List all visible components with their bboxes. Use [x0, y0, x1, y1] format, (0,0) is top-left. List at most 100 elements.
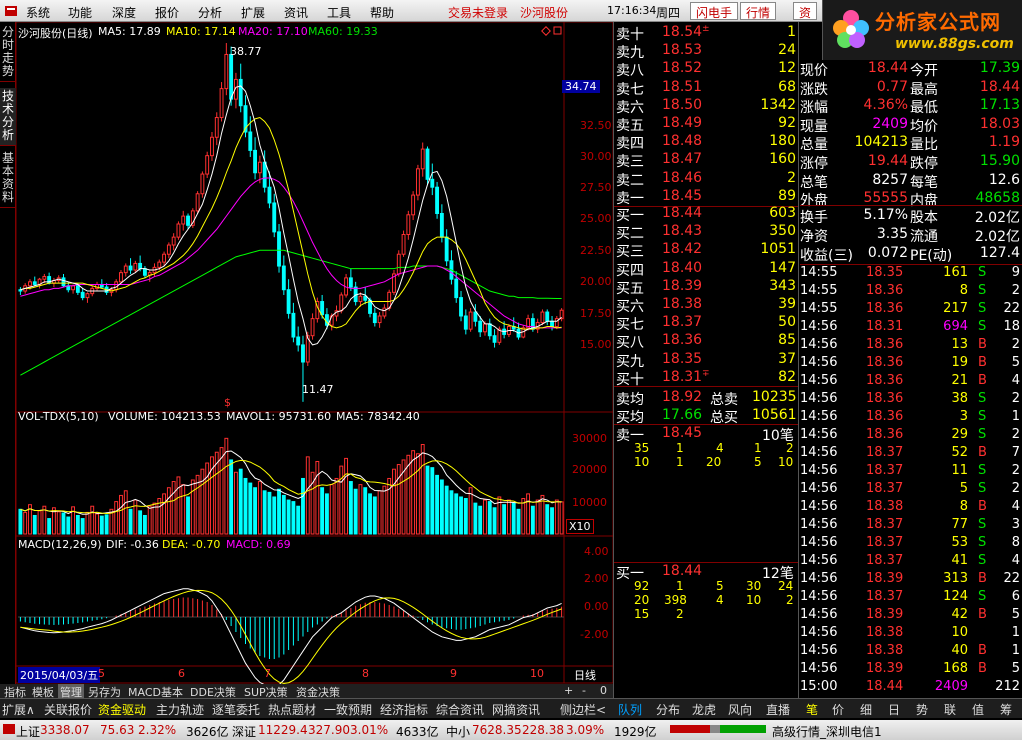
sell-level-row[interactable]: 卖四 18.48 180	[614, 133, 798, 153]
sell-level-row[interactable]: 卖二 18.46 2	[614, 170, 798, 189]
menu-quote[interactable]: 报价	[155, 4, 179, 21]
menu-analysis[interactable]: 分析	[198, 4, 222, 21]
menu-function[interactable]: 功能	[68, 4, 92, 21]
quote-value: 1.19	[988, 134, 1020, 151]
nav-tab[interactable]: 网摘资讯	[492, 701, 540, 718]
panel-tab[interactable]: 分布	[656, 701, 680, 718]
menu-news[interactable]: 资讯	[284, 4, 308, 21]
volume-bar	[305, 456, 310, 535]
level-label: 卖三	[616, 154, 644, 171]
buy-level-row[interactable]: 买三 18.42 1051	[614, 241, 798, 260]
zoom-in-button[interactable]: +	[562, 684, 575, 697]
tick-time: 14:56	[800, 607, 838, 622]
sh-label[interactable]: 上证	[16, 723, 40, 740]
quote-value: 48658	[975, 190, 1020, 207]
tick-tab[interactable]: 势	[916, 701, 928, 718]
price-axis-tick: 15.00	[580, 338, 612, 351]
nav-tab[interactable]: 综合资讯	[436, 701, 484, 718]
candle-body	[463, 315, 468, 330]
panel-tab[interactable]: 龙虎	[692, 701, 716, 718]
sz-label[interactable]: 深证	[232, 723, 256, 740]
tick-tab[interactable]: 筹	[1000, 701, 1012, 718]
nav-tab[interactable]: 侧边栏<	[560, 701, 606, 718]
tab-technical-analysis[interactable]: 技术分析	[0, 88, 16, 146]
candle-body	[363, 295, 368, 301]
macd-axis-tick: 0.00	[584, 600, 609, 613]
sell-level-row[interactable]: 卖九 18.53 24	[614, 42, 798, 61]
sell-level-row[interactable]: 卖五 18.49 92	[614, 115, 798, 134]
level-price: 18.49	[662, 115, 703, 131]
app-icon[interactable]	[4, 4, 18, 21]
quote-label: 涨幅	[800, 100, 828, 117]
trade-status[interactable]: 交易未登录	[448, 4, 508, 21]
buy-level-row[interactable]: 买九 18.35 37	[614, 351, 798, 370]
nav-tab[interactable]: 关联报价	[44, 701, 92, 718]
flash-trade-button[interactable]: 闪电手	[690, 2, 739, 20]
menu-tools[interactable]: 工具	[327, 4, 351, 21]
tick-side: S	[978, 301, 987, 316]
period-label[interactable]: 日线	[574, 667, 596, 683]
tick-tab[interactable]: 笔	[806, 701, 818, 718]
buy-level-row[interactable]: 买八 18.36 85	[614, 332, 798, 351]
nav-tab[interactable]: 资金驱动	[98, 701, 146, 718]
buy-level-row[interactable]: 买七 18.37 50	[614, 314, 798, 333]
low-price-label: 11.47	[302, 383, 334, 396]
buy-level-row[interactable]: 买十 18.31 ∓ 82	[614, 369, 798, 388]
zoom-reset-button[interactable]: 0	[598, 684, 609, 697]
panel-tab[interactable]: 直播	[766, 701, 790, 718]
menu-depth[interactable]: 深度	[112, 4, 136, 21]
tick-tab[interactable]: 值	[972, 701, 984, 718]
tick-time: 14:56	[800, 481, 838, 496]
tick-tab[interactable]: 价	[832, 701, 844, 718]
nav-tab[interactable]: 逐笔委托	[212, 701, 260, 718]
quote-row: 换手 5.17% 股本 2.02亿	[800, 207, 1022, 226]
sell-level-row[interactable]: 卖三 18.47 160	[614, 151, 798, 171]
nav-tab[interactable]: 经济指标	[380, 701, 428, 718]
nav-tab[interactable]: 热点题材	[268, 701, 316, 718]
buy-level-row[interactable]: 买一 18.44 603	[614, 205, 798, 224]
level-label: 卖四	[616, 136, 644, 153]
panel-tab[interactable]: 队列	[618, 701, 642, 718]
tab-intraday[interactable]: 分时走势	[0, 24, 16, 82]
panel-tab[interactable]: 风向	[728, 701, 752, 718]
level-price: 18.54	[662, 24, 703, 40]
volume-bar	[320, 487, 325, 535]
candle-body	[186, 215, 190, 226]
volume-bar	[372, 496, 377, 535]
quote-value: 3.35	[876, 226, 908, 242]
tick-tab[interactable]: 联	[944, 701, 956, 718]
tab-fundamentals[interactable]: 基本资料	[0, 150, 16, 208]
level-label: 卖八	[616, 63, 644, 80]
sell-level-row[interactable]: 卖七 18.51 68	[614, 79, 798, 98]
info-button[interactable]: 资	[793, 2, 818, 20]
sell-level-row[interactable]: 卖一 18.45 89	[614, 188, 798, 207]
menu-system[interactable]: 系统	[26, 4, 50, 21]
volume-bar	[195, 474, 200, 535]
menu-extend[interactable]: 扩展	[241, 4, 265, 21]
volume-bar	[339, 465, 344, 535]
zx-label[interactable]: 中小	[446, 723, 470, 740]
queue-order: 20	[634, 593, 650, 607]
buy-level-row[interactable]: 买四 18.40 147	[614, 260, 798, 279]
buy-level-row[interactable]: 买二 18.43 350	[614, 223, 798, 242]
market-button[interactable]: 行情	[740, 2, 777, 20]
menu-help[interactable]: 帮助	[370, 4, 394, 21]
server-name[interactable]: 高级行情_深圳电信1	[772, 723, 882, 740]
candle-body	[411, 194, 416, 216]
volume-bar	[75, 514, 80, 535]
sell-level-row[interactable]: 卖十 18.54 ±1	[614, 24, 798, 43]
sell-level-row[interactable]: 卖八 18.52 12	[614, 60, 798, 80]
candle-body	[372, 312, 377, 324]
volume-bar	[66, 516, 71, 535]
buy-level-row[interactable]: 买六 18.38 39	[614, 296, 798, 315]
nav-tab[interactable]: 主力轨迹	[156, 701, 204, 718]
tick-tab[interactable]: 日	[888, 701, 900, 718]
kline-chart[interactable]	[16, 22, 614, 684]
buy-level-row[interactable]: 买五 18.39 343	[614, 278, 798, 297]
tick-tab[interactable]: 细	[860, 701, 872, 718]
zoom-out-button[interactable]: -	[580, 684, 588, 697]
sell-level-row[interactable]: 卖六 18.50 1342	[614, 97, 798, 116]
nav-tab[interactable]: 扩展∧	[2, 701, 35, 718]
tick-list	[0, 0, 1, 1]
nav-tab[interactable]: 一致预期	[324, 701, 372, 718]
